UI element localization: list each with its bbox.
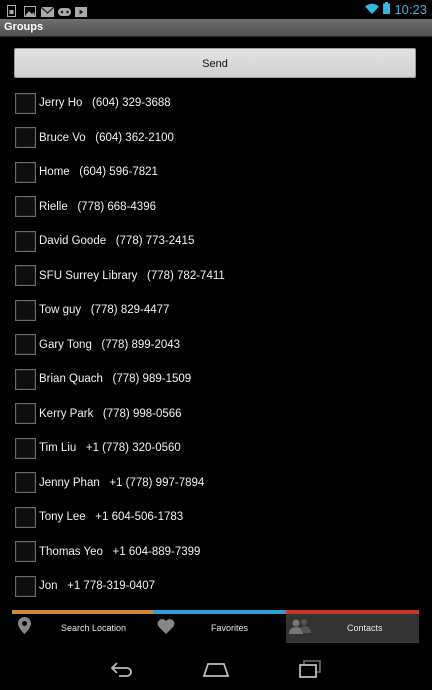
contact-row[interactable]: Kerry Park (778) 998-0566 bbox=[0, 397, 432, 432]
notification-icons bbox=[0, 4, 87, 17]
battery-icon bbox=[383, 1, 391, 19]
contact-label: Home (604) 596-7821 bbox=[39, 166, 158, 179]
contact-label: Bruce Vo (604) 362-2100 bbox=[39, 131, 174, 144]
contact-checkbox[interactable] bbox=[15, 437, 36, 459]
contact-label: Thomas Yeo +1 604-889-7399 bbox=[39, 545, 201, 558]
contact-checkbox[interactable] bbox=[15, 196, 36, 218]
back-button[interactable] bbox=[103, 658, 141, 684]
page-title: Groups bbox=[4, 21, 44, 33]
contact-row[interactable]: David Goode (778) 773-2415 bbox=[0, 224, 432, 259]
image-icon bbox=[24, 4, 36, 17]
tab-label: Contacts bbox=[347, 623, 383, 633]
home-icon bbox=[202, 661, 230, 682]
contact-label: SFU Surrey Library (778) 782-7411 bbox=[39, 269, 225, 282]
tab-label: Favorites bbox=[211, 623, 249, 633]
contact-checkbox[interactable] bbox=[15, 299, 36, 321]
tab-indicator bbox=[286, 610, 419, 614]
contact-checkbox[interactable] bbox=[15, 127, 36, 149]
contact-checkbox[interactable] bbox=[15, 541, 36, 563]
contact-checkbox[interactable] bbox=[15, 403, 36, 425]
recent-apps-icon bbox=[298, 659, 322, 683]
contact-label: Jerry Ho (604) 329-3688 bbox=[39, 97, 171, 110]
contact-checkbox[interactable] bbox=[15, 92, 36, 114]
contact-label: Brian Quach (778) 989-1509 bbox=[39, 373, 192, 386]
contact-label: David Goode (778) 773-2415 bbox=[39, 235, 195, 248]
play-icon bbox=[75, 4, 87, 17]
contact-checkbox[interactable] bbox=[15, 265, 36, 287]
gamepad-icon bbox=[58, 4, 71, 16]
tab-favorites[interactable]: Favorites bbox=[153, 610, 286, 643]
location-pin-icon bbox=[18, 617, 31, 639]
navigation-bar bbox=[0, 652, 432, 690]
contact-row[interactable]: Tim Liu +1 (778) 320-0560 bbox=[0, 431, 432, 466]
back-icon bbox=[109, 661, 135, 682]
contact-row[interactable]: Tony Lee +1 604-506-1783 bbox=[0, 500, 432, 535]
contact-row[interactable]: Tow guy (778) 829-4477 bbox=[0, 293, 432, 328]
contact-row[interactable]: Gary Tong (778) 899-2043 bbox=[0, 328, 432, 363]
tab-indicator bbox=[12, 610, 153, 614]
contact-checkbox[interactable] bbox=[15, 230, 36, 252]
contact-row[interactable]: Jon +1 778-319-0407 bbox=[0, 569, 432, 604]
contact-label: Kerry Park (778) 998-0566 bbox=[39, 407, 182, 420]
status-clock: 10:23 bbox=[394, 2, 427, 17]
action-bar: Groups bbox=[0, 19, 432, 37]
contact-row[interactable]: Home (604) 596-7821 bbox=[0, 155, 432, 190]
contact-label: Tow guy (778) 829-4477 bbox=[39, 304, 170, 317]
contact-label: Rielle (778) 668-4396 bbox=[39, 200, 156, 213]
tab-bar: Search Location Favorites Contacts bbox=[12, 610, 419, 643]
mail-icon bbox=[40, 4, 55, 17]
contact-row[interactable]: Thomas Yeo +1 604-889-7399 bbox=[0, 535, 432, 570]
contact-row[interactable]: Jerry Ho (604) 329-3688 bbox=[0, 86, 432, 121]
system-icons: 10:23 bbox=[365, 0, 432, 19]
contact-row[interactable]: Jenny Phan +1 (778) 997-7894 bbox=[0, 466, 432, 501]
status-bar: 10:23 bbox=[0, 0, 432, 19]
contact-checkbox[interactable] bbox=[15, 161, 36, 183]
contact-row[interactable]: SFU Surrey Library (778) 782-7411 bbox=[0, 259, 432, 294]
contact-row[interactable]: Rielle (778) 668-4396 bbox=[0, 190, 432, 225]
contact-list[interactable]: Jerry Ho (604) 329-3688 Bruce Vo (604) 36… bbox=[0, 86, 432, 610]
contact-checkbox[interactable] bbox=[15, 334, 36, 356]
contact-checkbox[interactable] bbox=[15, 368, 36, 390]
contact-label: Tim Liu +1 (778) 320-0560 bbox=[39, 442, 181, 455]
recent-apps-button[interactable] bbox=[291, 658, 329, 684]
contact-label: Gary Tong (778) 899-2043 bbox=[39, 338, 181, 351]
contacts-icon bbox=[289, 618, 311, 639]
wifi-icon bbox=[365, 1, 380, 19]
tab-search-location[interactable]: Search Location bbox=[12, 610, 153, 643]
contact-label: Jon +1 778-319-0407 bbox=[39, 580, 156, 593]
tab-indicator bbox=[153, 610, 286, 614]
contact-label: Tony Lee +1 604-506-1783 bbox=[39, 511, 184, 524]
tab-label: Search Location bbox=[61, 623, 127, 633]
contact-row[interactable]: Brian Quach (778) 989-1509 bbox=[0, 362, 432, 397]
heart-icon bbox=[157, 618, 175, 639]
contact-checkbox[interactable] bbox=[15, 575, 36, 597]
contact-row[interactable]: Bruce Vo (604) 362-2100 bbox=[0, 121, 432, 156]
sim-icon bbox=[7, 4, 19, 17]
send-button[interactable]: Send bbox=[14, 48, 416, 78]
contact-checkbox[interactable] bbox=[15, 472, 36, 494]
home-button[interactable] bbox=[197, 658, 235, 684]
tab-contacts[interactable]: Contacts bbox=[286, 610, 419, 643]
contact-checkbox[interactable] bbox=[15, 506, 36, 528]
contact-label: Jenny Phan +1 (778) 997-7894 bbox=[39, 476, 205, 489]
